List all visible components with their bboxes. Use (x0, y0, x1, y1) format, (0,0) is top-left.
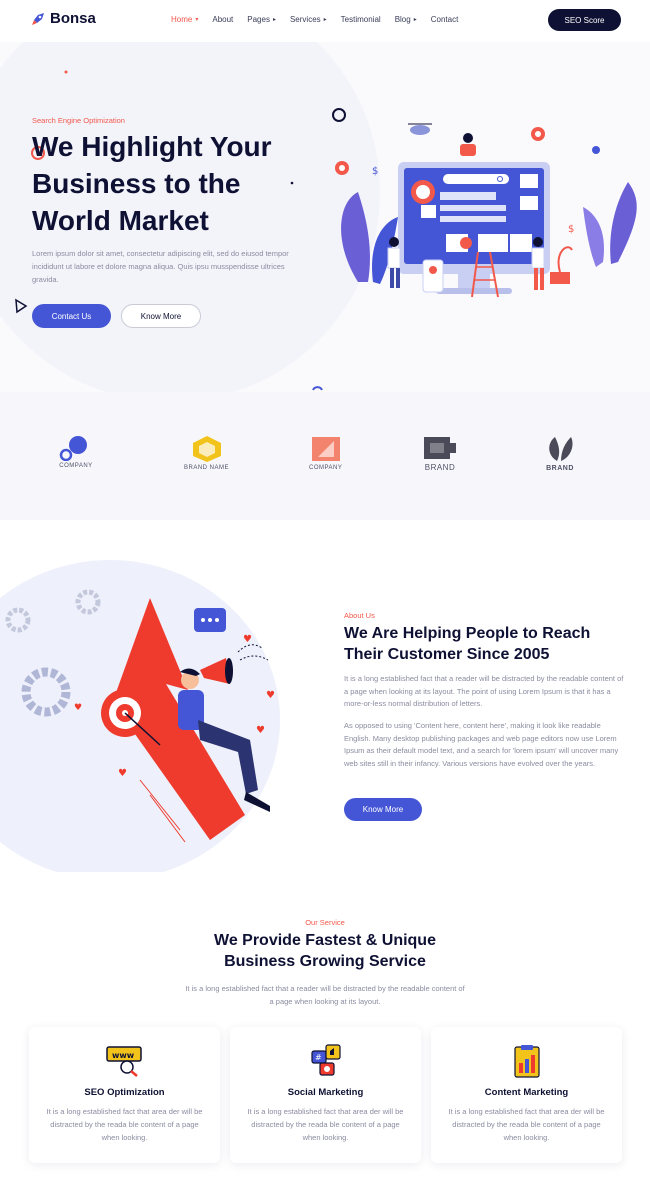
brand-logo: COMPANY (56, 435, 96, 469)
svg-text:www: www (112, 1051, 135, 1060)
svg-text:♥: ♥ (256, 725, 265, 736)
services-section: Our Service We Provide Fastest & Unique … (0, 872, 650, 1202)
hero-description: Lorem ipsum dolor sit amet, consectetur … (32, 249, 289, 284)
seo-monitor-illustration: $ $ (335, 123, 637, 298)
menu-item-label: Pages (247, 15, 270, 24)
about-know-more-button[interactable]: Know More (344, 798, 422, 821)
hero-title: We Highlight Your Business to the World … (32, 128, 322, 239)
brand-name: BRAND (546, 465, 574, 472)
menu-item-contact[interactable]: Contact (431, 15, 459, 24)
brand-name: BRAND NAME (184, 465, 230, 471)
hero-title-line: We Highlight Your (32, 131, 272, 162)
main-menu: Home ▾ About Pages ▸ Services ▸ Testimonial… (171, 15, 472, 24)
brand-logo: COMPANY (309, 435, 342, 471)
menu-item-label: Testimonial (340, 15, 381, 24)
menu-item-label: About (212, 15, 234, 24)
about-paragraph: It is a long established fact that a rea… (344, 674, 624, 708)
logo-text: Bonsa (50, 10, 96, 27)
megaphone-arrow-illustration: ♥ ♥ ♥ ♥ ♥ (5, 589, 275, 843)
menu-item-testimonial[interactable]: Testimonial (341, 15, 381, 24)
about-paragraph: As opposed to using 'Content here, conte… (344, 721, 619, 768)
leaf-logo-icon (549, 437, 573, 461)
svg-text:#: # (315, 1053, 322, 1062)
menu-item-label: Blog (394, 15, 411, 24)
menu-item-label: Contact (430, 15, 459, 24)
top-navigation: Bonsa Home ▾ About Pages ▸ Services ▸ Testi… (0, 0, 650, 42)
www-search-icon: www (105, 1046, 142, 1077)
brand-name: COMPANY (59, 463, 93, 469)
brand-logos-section: COMPANY BRAND NAME COMPANY BRAND BRAND (0, 392, 650, 520)
card-icon-wrapper (431, 1043, 622, 1081)
social-icon: # (310, 1044, 341, 1076)
svg-text:$: $ (372, 166, 378, 177)
svg-text:♥: ♥ (118, 768, 127, 779)
service-card-content[interactable]: Content Marketing It is a long establish… (431, 1027, 622, 1163)
menu-item-blog[interactable]: Blog ▸ (395, 15, 417, 24)
chevron-down-icon: ▾ (195, 17, 199, 23)
chevron-right-icon: ▸ (323, 17, 327, 23)
clipboard-chart-icon (513, 1045, 540, 1078)
drop-logo-icon (59, 436, 87, 461)
hero-section: Search Engine Optimization We Highlight … (0, 42, 650, 392)
svg-text:$: $ (568, 224, 574, 235)
menu-item-about[interactable]: About (212, 15, 233, 24)
brand-logo: BRAND (543, 435, 577, 472)
svg-text:♥: ♥ (266, 690, 275, 701)
services-title: We Provide Fastest & Unique Business Gro… (0, 930, 650, 972)
menu-item-label: Home (171, 15, 193, 24)
hexagon-logo-icon (192, 436, 221, 462)
hero-title-line: Business to the (32, 168, 241, 199)
card-text: It is a long established fact that area … (448, 1107, 605, 1142)
brand-logo: BRAND (420, 435, 460, 472)
services-eyebrow: Our Service (305, 918, 345, 927)
square-logo-icon (311, 437, 340, 461)
card-title: Content Marketing (484, 1087, 569, 1098)
menu-item-pages[interactable]: Pages ▸ (247, 15, 276, 24)
logo[interactable]: Bonsa (30, 10, 96, 27)
about-title-line: We Are Helping People to Reach (344, 625, 591, 642)
know-more-button[interactable]: Know More (121, 304, 201, 328)
contact-us-button[interactable]: Contact Us (32, 304, 111, 328)
menu-item-services[interactable]: Services ▸ (290, 15, 327, 24)
svg-text:♥: ♥ (243, 634, 252, 645)
rocket-icon (32, 12, 44, 25)
services-description: It is a long established fact that a rea… (185, 984, 465, 1006)
seo-score-button[interactable]: SEO Score (548, 9, 621, 31)
brand-logo: BRAND NAME (184, 435, 229, 471)
block-logo-icon (424, 437, 456, 459)
menu-item-home[interactable]: Home ▾ (171, 15, 198, 24)
service-card-social[interactable]: # Social Marketing It is a long establis… (230, 1027, 421, 1163)
card-icon-wrapper: # (230, 1043, 421, 1079)
menu-item-label: Services (289, 15, 321, 24)
chevron-right-icon: ▸ (413, 17, 417, 23)
services-title-line: Business Growing Service (224, 953, 426, 970)
about-section: ♥ ♥ ♥ ♥ ♥ About Us We Are Helping People… (0, 520, 650, 872)
card-text: It is a long established fact that area … (247, 1107, 404, 1142)
brand-name: COMPANY (309, 465, 343, 471)
about-title-line: Their Customer Since 2005 (344, 646, 550, 663)
about-eyebrow: About Us (344, 611, 375, 620)
hero-title-line: World Market (32, 205, 209, 236)
services-title-line: We Provide Fastest & Unique (214, 932, 436, 949)
brand-name: BRAND (424, 463, 456, 472)
card-text: It is a long established fact that area … (46, 1107, 203, 1142)
card-title: Social Marketing (287, 1087, 364, 1098)
chevron-right-icon: ▸ (272, 17, 276, 23)
svg-text:♥: ♥ (74, 703, 82, 713)
card-icon-wrapper: www (29, 1043, 220, 1077)
hero-eyebrow: Search Engine Optimization (32, 116, 125, 125)
about-title: We Are Helping People to Reach Their Cus… (344, 623, 624, 665)
card-title: SEO Optimization (84, 1087, 165, 1098)
service-card-seo[interactable]: www SEO Optimization It is a long establ… (29, 1027, 220, 1163)
